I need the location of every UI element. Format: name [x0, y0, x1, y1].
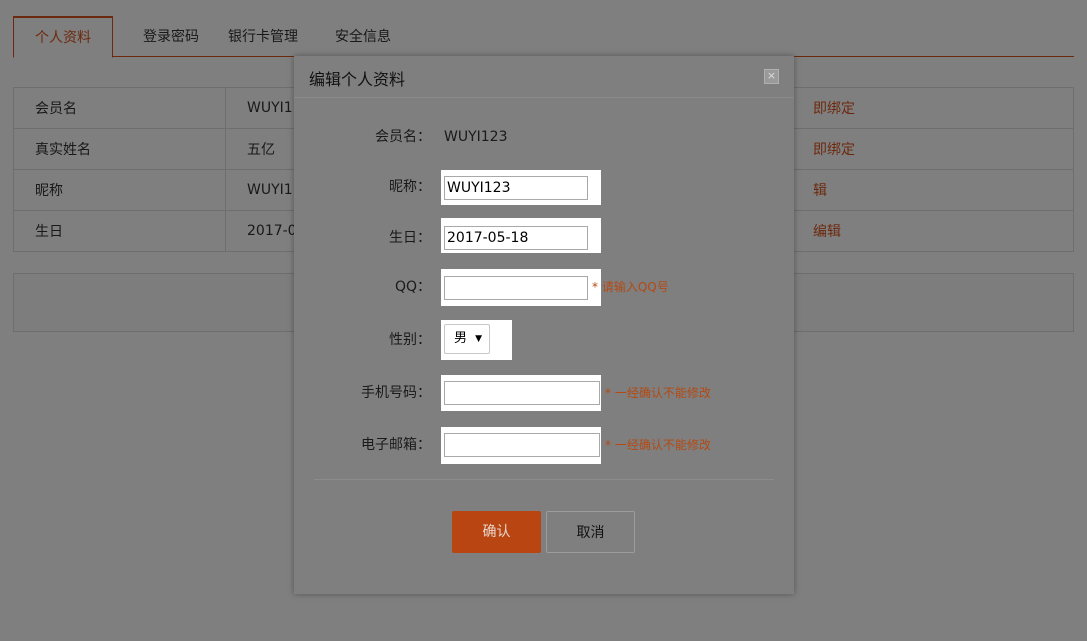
email-hint: * 一经确认不能修改 [605, 438, 711, 452]
email-row: 电子邮箱： * 一经确认不能修改 [294, 427, 794, 464]
email-input[interactable] [444, 433, 600, 457]
gender-select[interactable]: 男 ▼ [444, 324, 490, 354]
close-icon[interactable]: × [764, 69, 779, 84]
gender-label: 性别： [389, 332, 431, 348]
cancel-button[interactable]: 取消 [546, 511, 635, 553]
birthday-input[interactable] [444, 226, 588, 250]
nickname-label: 昵称： [389, 179, 431, 195]
phone-input[interactable] [444, 381, 600, 405]
birthday-label: 生日： [389, 230, 431, 246]
confirm-button[interactable]: 确认 [452, 511, 541, 553]
phone-hint: * 一经确认不能修改 [605, 386, 711, 400]
chevron-down-icon: ▼ [475, 334, 482, 344]
qq-hint: * 请输入QQ号 [592, 280, 669, 294]
phone-row: 手机号码： * 一经确认不能修改 [294, 375, 794, 411]
edit-profile-modal: 编辑个人资料 × 会员名： WUYI123 昵称： 生日： QQ： * 请输入Q… [294, 56, 794, 594]
member-name-value: WUYI123 [444, 129, 508, 145]
modal-divider [314, 479, 774, 480]
gender-select-value: 男 [454, 331, 468, 346]
qq-row: QQ： * 请输入QQ号 [294, 269, 794, 306]
qq-input[interactable] [444, 276, 588, 300]
member-name-row: 会员名： WUYI123 [294, 119, 794, 155]
email-label: 电子邮箱： [361, 437, 431, 453]
gender-row: 性别： 男 ▼ [294, 320, 794, 360]
qq-label: QQ： [394, 279, 431, 295]
birthday-row: 生日： [294, 218, 794, 256]
modal-header: 编辑个人资料 × [294, 56, 794, 98]
member-name-label: 会员名： [375, 129, 431, 145]
nickname-row: 昵称： [294, 169, 794, 205]
phone-label: 手机号码： [361, 385, 431, 401]
modal-title: 编辑个人资料 [309, 70, 406, 89]
nickname-input[interactable] [444, 176, 588, 200]
